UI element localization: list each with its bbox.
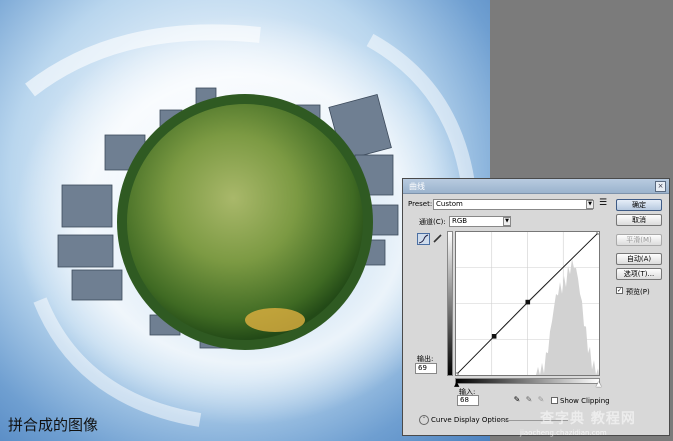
curve-control-point[interactable]: [491, 334, 497, 339]
curve-control-point[interactable]: [525, 299, 531, 305]
preset-options-icon[interactable]: ☰: [599, 198, 607, 208]
auto-button[interactable]: 自动(A): [616, 253, 662, 265]
channel-label: 通道(C):: [419, 218, 446, 226]
image-caption: 拼合成的图像: [8, 416, 99, 434]
smooth-button[interactable]: 平滑(M): [616, 234, 662, 246]
expand-options-icon[interactable]: ˅: [419, 415, 429, 425]
chevron-down-icon[interactable]: ▼: [586, 200, 594, 209]
curve-svg: [453, 229, 602, 378]
dialog-title: 曲线: [409, 182, 425, 191]
chevron-down-icon[interactable]: ▼: [503, 217, 511, 226]
options-button[interactable]: 选项(T)...: [616, 268, 662, 280]
preset-label: Preset:: [408, 200, 433, 208]
show-clipping-label: Show Clipping: [560, 397, 610, 405]
input-field[interactable]: 68: [457, 395, 479, 406]
gray-eyedropper-icon[interactable]: ✎: [524, 395, 534, 405]
pencil-tool[interactable]: [432, 233, 445, 245]
curve-point-tool[interactable]: [417, 233, 430, 245]
dialog-titlebar[interactable]: 曲线 ×: [403, 179, 669, 194]
preview-checkbox[interactable]: ✓: [616, 287, 623, 294]
channel-select[interactable]: RGB: [449, 216, 511, 227]
curve-graph[interactable]: [453, 229, 602, 378]
curve-control-point[interactable]: [453, 372, 459, 378]
curves-dialog: 曲线 × Preset: Custom ▼ ☰ 通道(C): RGB ▼ 输出:…: [402, 178, 670, 436]
show-clipping-checkbox[interactable]: [551, 397, 558, 404]
pencil-icon: [433, 234, 442, 243]
preview-label: 预览(P): [626, 288, 650, 296]
white-point-slider[interactable]: ▲: [596, 380, 601, 388]
watermark: 查字典 教程网 jiaocheng.chazidian.com: [520, 408, 670, 440]
input-gradient-bar: [455, 378, 600, 384]
watermark-sub: jiaocheng.chazidian.com: [520, 429, 607, 437]
output-field[interactable]: 69: [415, 363, 437, 374]
cancel-button[interactable]: 取消: [616, 214, 662, 226]
watermark-main: 查字典 教程网: [540, 411, 636, 427]
close-icon[interactable]: ×: [655, 181, 666, 192]
preset-select[interactable]: Custom: [433, 199, 593, 210]
curve-icon: [418, 234, 429, 244]
white-eyedropper-icon[interactable]: ✎: [536, 395, 546, 405]
black-eyedropper-icon[interactable]: ✎: [512, 395, 522, 405]
ok-button[interactable]: 确定: [616, 199, 662, 211]
output-gradient-bar: [447, 231, 453, 376]
curve-control-point[interactable]: [596, 229, 602, 235]
